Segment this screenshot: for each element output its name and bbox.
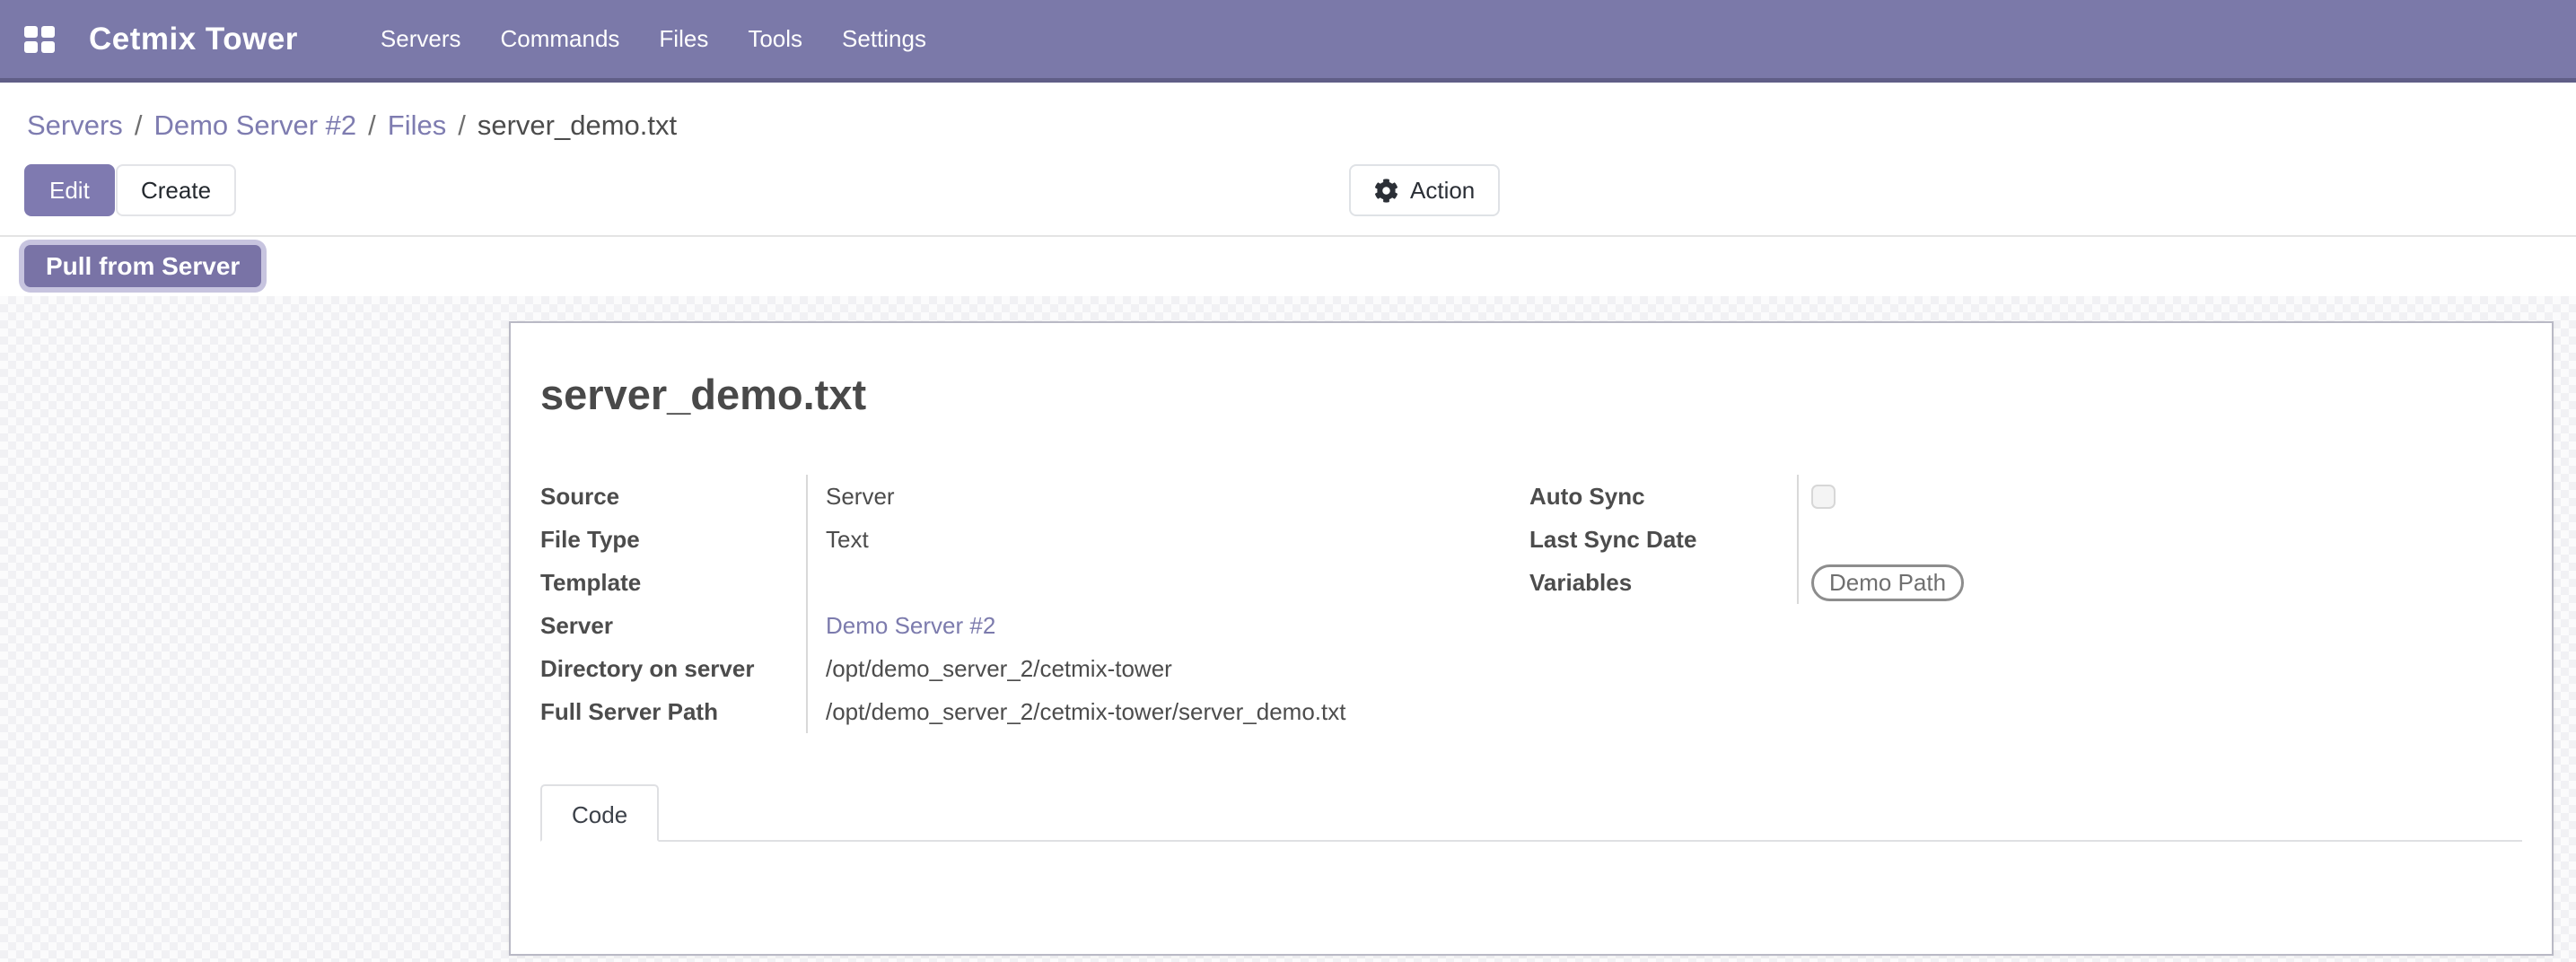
breadcrumb-separator: /: [368, 109, 376, 142]
field-label-directory: Directory on server: [540, 647, 808, 690]
breadcrumb-separator: /: [458, 109, 466, 142]
field-label-auto-sync: Auto Sync: [1529, 475, 1799, 518]
control-panel: Edit Create Action: [0, 163, 2576, 235]
field-value-full-server-path: /opt/demo_server_2/cetmix-tower/server_d…: [808, 690, 1529, 733]
breadcrumb-current-record: server_demo.txt: [478, 109, 677, 142]
tab-code[interactable]: Code: [540, 784, 659, 842]
action-menu-button[interactable]: Action: [1349, 164, 1500, 216]
menu-item-commands[interactable]: Commands: [480, 0, 639, 78]
auto-sync-checkbox: [1811, 485, 1836, 509]
breadcrumb-demo-server-2[interactable]: Demo Server #2: [153, 109, 356, 142]
field-row-last-sync-date: Last Sync Date: [1529, 518, 2522, 561]
create-button[interactable]: Create: [116, 164, 236, 216]
edit-button[interactable]: Edit: [24, 164, 115, 216]
gear-icon: [1374, 179, 1398, 203]
breadcrumb: Servers / Demo Server #2 / Files / serve…: [27, 109, 677, 142]
field-row-template: Template: [540, 561, 1529, 604]
field-row-directory: Directory on server /opt/demo_server_2/c…: [540, 647, 1529, 690]
field-value-auto-sync: [1799, 475, 2522, 518]
record-title: server_demo.txt: [540, 370, 2522, 419]
field-value-server-link[interactable]: Demo Server #2: [808, 604, 1529, 647]
breadcrumb-row: Servers / Demo Server #2 / Files / serve…: [0, 87, 2576, 163]
menu-item-tools[interactable]: Tools: [728, 0, 822, 78]
form-group-right: Auto Sync Last Sync Date Variables Demo …: [1529, 475, 2522, 733]
field-value-source: Server: [808, 475, 1529, 518]
form-view-background: server_demo.txt Source Server File Type …: [0, 296, 2576, 962]
field-label-server: Server: [540, 604, 808, 647]
breadcrumb-servers[interactable]: Servers: [27, 109, 123, 142]
apps-grid-icon[interactable]: [24, 26, 55, 53]
main-menu: Servers Commands Files Tools Settings: [361, 0, 946, 78]
notebook: Code: [540, 784, 2522, 842]
status-bar: Pull from Server: [0, 235, 2576, 296]
field-value-template: [808, 561, 1529, 604]
field-label-full-server-path: Full Server Path: [540, 690, 808, 733]
menu-item-files[interactable]: Files: [639, 0, 728, 78]
action-button-label: Action: [1410, 177, 1475, 205]
pull-from-server-button[interactable]: Pull from Server: [24, 245, 261, 287]
field-label-variables: Variables: [1529, 561, 1799, 604]
field-label-file-type: File Type: [540, 518, 808, 561]
field-row-variables: Variables Demo Path: [1529, 561, 2522, 604]
field-label-source: Source: [540, 475, 808, 518]
tab-bar: Code: [540, 784, 2522, 842]
field-value-last-sync-date: [1799, 518, 2522, 561]
field-value-directory: /opt/demo_server_2/cetmix-tower: [808, 647, 1529, 690]
field-value-variables: Demo Path: [1799, 561, 2522, 604]
field-row-source: Source Server: [540, 475, 1529, 518]
menu-item-settings[interactable]: Settings: [822, 0, 946, 78]
brand-title[interactable]: Cetmix Tower: [89, 22, 298, 57]
form-group-left: Source Server File Type Text Template Se…: [540, 475, 1529, 733]
menu-item-servers[interactable]: Servers: [361, 0, 481, 78]
top-navbar: Cetmix Tower Servers Commands Files Tool…: [0, 0, 2576, 83]
field-row-full-server-path: Full Server Path /opt/demo_server_2/cetm…: [540, 690, 1529, 733]
field-row-auto-sync: Auto Sync: [1529, 475, 2522, 518]
form-fields: Source Server File Type Text Template Se…: [540, 475, 2522, 733]
variable-tag-demo-path: Demo Path: [1811, 564, 1964, 601]
app-window: Cetmix Tower Servers Commands Files Tool…: [0, 0, 2576, 962]
breadcrumb-files[interactable]: Files: [388, 109, 446, 142]
record-sheet: server_demo.txt Source Server File Type …: [509, 321, 2554, 956]
field-row-server: Server Demo Server #2: [540, 604, 1529, 647]
field-label-template: Template: [540, 561, 808, 604]
field-value-file-type: Text: [808, 518, 1529, 561]
field-row-file-type: File Type Text: [540, 518, 1529, 561]
field-label-last-sync-date: Last Sync Date: [1529, 518, 1799, 561]
breadcrumb-separator: /: [135, 109, 143, 142]
